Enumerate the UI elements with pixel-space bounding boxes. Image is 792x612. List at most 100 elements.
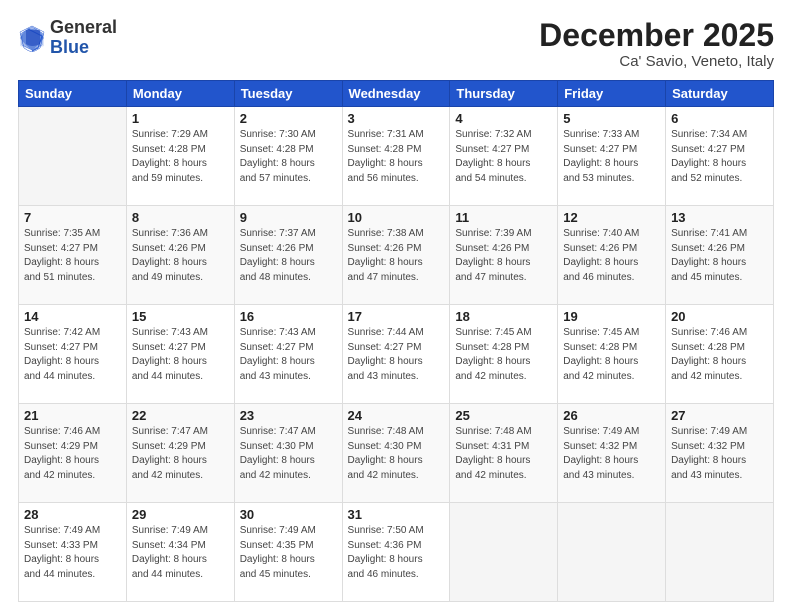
day-info: Sunrise: 7:43 AM Sunset: 4:27 PM Dayligh… [132, 326, 229, 384]
calendar-cell: 23 Sunrise: 7:47 AM Sunset: 4:30 PM Dayli… [234, 404, 342, 503]
day-info: Sunrise: 7:50 AM Sunset: 4:36 PM Dayligh… [348, 524, 445, 582]
day-info: Sunrise: 7:47 AM Sunset: 4:29 PM Dayligh… [132, 425, 229, 483]
day-number: 20 [671, 309, 768, 324]
calendar-week-1: 1Sunrise: 7:29 AM Sunset: 4:28 PM Daylig… [19, 107, 774, 206]
day-number: 9 [240, 210, 337, 225]
day-info: Sunrise: 7:49 AM Sunset: 4:34 PM Dayligh… [132, 524, 229, 582]
calendar-table: SundayMondayTuesdayWednesdayThursdayFrid… [18, 80, 774, 602]
weekday-header-sunday: Sunday [19, 81, 127, 107]
day-info: Sunrise: 7:30 AM Sunset: 4:28 PM Dayligh… [240, 128, 337, 186]
day-number: 3 [348, 111, 445, 126]
weekday-header-tuesday: Tuesday [234, 81, 342, 107]
logo: General Blue [18, 18, 117, 58]
day-info: Sunrise: 7:39 AM Sunset: 4:26 PM Dayligh… [455, 227, 552, 285]
weekday-header-saturday: Saturday [666, 81, 774, 107]
calendar-cell: 9 Sunrise: 7:37 AM Sunset: 4:26 PM Daylig… [234, 206, 342, 305]
day-number: 21 [24, 408, 121, 423]
calendar-cell: 31Sunrise: 7:50 AM Sunset: 4:36 PM Dayli… [342, 503, 450, 602]
day-info: Sunrise: 7:41 AM Sunset: 4:26 PM Dayligh… [671, 227, 768, 285]
calendar-cell: 27Sunrise: 7:49 AM Sunset: 4:32 PM Dayli… [666, 404, 774, 503]
day-info: Sunrise: 7:45 AM Sunset: 4:28 PM Dayligh… [455, 326, 552, 384]
day-number: 8 [132, 210, 229, 225]
header: General Blue December 2025 Ca' Savio, Ve… [18, 18, 774, 70]
day-info: Sunrise: 7:46 AM Sunset: 4:28 PM Dayligh… [671, 326, 768, 384]
calendar-cell: 25 Sunrise: 7:48 AM Sunset: 4:31 PM Dayli… [450, 404, 558, 503]
day-info: Sunrise: 7:32 AM Sunset: 4:27 PM Dayligh… [455, 128, 552, 186]
calendar-cell: 5Sunrise: 7:33 AM Sunset: 4:27 PM Daylig… [558, 107, 666, 206]
day-info: Sunrise: 7:34 AM Sunset: 4:27 PM Dayligh… [671, 128, 768, 186]
calendar-cell: 29Sunrise: 7:49 AM Sunset: 4:34 PM Dayli… [126, 503, 234, 602]
day-number: 2 [240, 111, 337, 126]
day-info: Sunrise: 7:46 AM Sunset: 4:29 PM Dayligh… [24, 425, 121, 483]
day-number: 6 [671, 111, 768, 126]
day-number: 23 [240, 408, 337, 423]
day-number: 10 [348, 210, 445, 225]
calendar-cell: 28 Sunrise: 7:49 AM Sunset: 4:33 PM Dayli… [19, 503, 127, 602]
day-number: 15 [132, 309, 229, 324]
day-number: 11 [455, 210, 552, 225]
day-info: Sunrise: 7:48 AM Sunset: 4:30 PM Dayligh… [348, 425, 445, 483]
calendar-cell: 10Sunrise: 7:38 AM Sunset: 4:26 PM Dayli… [342, 206, 450, 305]
calendar-cell: 13 Sunrise: 7:41 AM Sunset: 4:26 PM Dayli… [666, 206, 774, 305]
page: General Blue December 2025 Ca' Savio, Ve… [0, 0, 792, 612]
day-number: 26 [563, 408, 660, 423]
day-info: Sunrise: 7:47 AM Sunset: 4:30 PM Dayligh… [240, 425, 337, 483]
calendar-cell: 30 Sunrise: 7:49 AM Sunset: 4:35 PM Dayli… [234, 503, 342, 602]
weekday-header-monday: Monday [126, 81, 234, 107]
calendar-cell: 15 Sunrise: 7:43 AM Sunset: 4:27 PM Dayli… [126, 305, 234, 404]
calendar-cell [558, 503, 666, 602]
calendar-cell: 8Sunrise: 7:36 AM Sunset: 4:26 PM Daylig… [126, 206, 234, 305]
calendar-week-2: 7 Sunrise: 7:35 AM Sunset: 4:27 PM Daylig… [19, 206, 774, 305]
day-info: Sunrise: 7:29 AM Sunset: 4:28 PM Dayligh… [132, 128, 229, 186]
day-number: 25 [455, 408, 552, 423]
day-info: Sunrise: 7:49 AM Sunset: 4:32 PM Dayligh… [671, 425, 768, 483]
day-number: 13 [671, 210, 768, 225]
logo-text-block: General Blue [50, 18, 117, 58]
calendar-cell: 18 Sunrise: 7:45 AM Sunset: 4:28 PM Dayli… [450, 305, 558, 404]
day-number: 17 [348, 309, 445, 324]
day-number: 24 [348, 408, 445, 423]
calendar-week-5: 28 Sunrise: 7:49 AM Sunset: 4:33 PM Dayli… [19, 503, 774, 602]
day-info: Sunrise: 7:45 AM Sunset: 4:28 PM Dayligh… [563, 326, 660, 384]
calendar-cell: 21 Sunrise: 7:46 AM Sunset: 4:29 PM Dayli… [19, 404, 127, 503]
calendar-cell [19, 107, 127, 206]
calendar-cell: 26 Sunrise: 7:49 AM Sunset: 4:32 PM Dayli… [558, 404, 666, 503]
day-info: Sunrise: 7:40 AM Sunset: 4:26 PM Dayligh… [563, 227, 660, 285]
calendar-cell: 3Sunrise: 7:31 AM Sunset: 4:28 PM Daylig… [342, 107, 450, 206]
subtitle: Ca' Savio, Veneto, Italy [539, 53, 774, 70]
logo-name: General Blue [50, 18, 117, 58]
day-number: 28 [24, 507, 121, 522]
day-number: 30 [240, 507, 337, 522]
weekday-header-thursday: Thursday [450, 81, 558, 107]
day-info: Sunrise: 7:35 AM Sunset: 4:27 PM Dayligh… [24, 227, 121, 285]
day-info: Sunrise: 7:49 AM Sunset: 4:32 PM Dayligh… [563, 425, 660, 483]
calendar-cell: 11 Sunrise: 7:39 AM Sunset: 4:26 PM Dayli… [450, 206, 558, 305]
day-number: 4 [455, 111, 552, 126]
day-number: 22 [132, 408, 229, 423]
calendar-cell: 22 Sunrise: 7:47 AM Sunset: 4:29 PM Dayli… [126, 404, 234, 503]
title-block: December 2025 Ca' Savio, Veneto, Italy [539, 18, 774, 70]
calendar-cell: 6 Sunrise: 7:34 AM Sunset: 4:27 PM Daylig… [666, 107, 774, 206]
day-info: Sunrise: 7:42 AM Sunset: 4:27 PM Dayligh… [24, 326, 121, 384]
day-number: 19 [563, 309, 660, 324]
day-info: Sunrise: 7:49 AM Sunset: 4:33 PM Dayligh… [24, 524, 121, 582]
day-number: 18 [455, 309, 552, 324]
day-info: Sunrise: 7:44 AM Sunset: 4:27 PM Dayligh… [348, 326, 445, 384]
calendar-cell: 20 Sunrise: 7:46 AM Sunset: 4:28 PM Dayli… [666, 305, 774, 404]
calendar-week-4: 21 Sunrise: 7:46 AM Sunset: 4:29 PM Dayli… [19, 404, 774, 503]
calendar-week-3: 14 Sunrise: 7:42 AM Sunset: 4:27 PM Dayli… [19, 305, 774, 404]
day-info: Sunrise: 7:48 AM Sunset: 4:31 PM Dayligh… [455, 425, 552, 483]
calendar-cell: 16Sunrise: 7:43 AM Sunset: 4:27 PM Dayli… [234, 305, 342, 404]
calendar-cell [666, 503, 774, 602]
day-info: Sunrise: 7:33 AM Sunset: 4:27 PM Dayligh… [563, 128, 660, 186]
calendar-cell: 12Sunrise: 7:40 AM Sunset: 4:26 PM Dayli… [558, 206, 666, 305]
calendar-cell: 14 Sunrise: 7:42 AM Sunset: 4:27 PM Dayli… [19, 305, 127, 404]
calendar-cell: 2 Sunrise: 7:30 AM Sunset: 4:28 PM Daylig… [234, 107, 342, 206]
calendar-cell: 19 Sunrise: 7:45 AM Sunset: 4:28 PM Dayli… [558, 305, 666, 404]
day-info: Sunrise: 7:43 AM Sunset: 4:27 PM Dayligh… [240, 326, 337, 384]
day-number: 14 [24, 309, 121, 324]
day-number: 7 [24, 210, 121, 225]
main-title: December 2025 [539, 18, 774, 53]
day-info: Sunrise: 7:49 AM Sunset: 4:35 PM Dayligh… [240, 524, 337, 582]
day-info: Sunrise: 7:37 AM Sunset: 4:26 PM Dayligh… [240, 227, 337, 285]
